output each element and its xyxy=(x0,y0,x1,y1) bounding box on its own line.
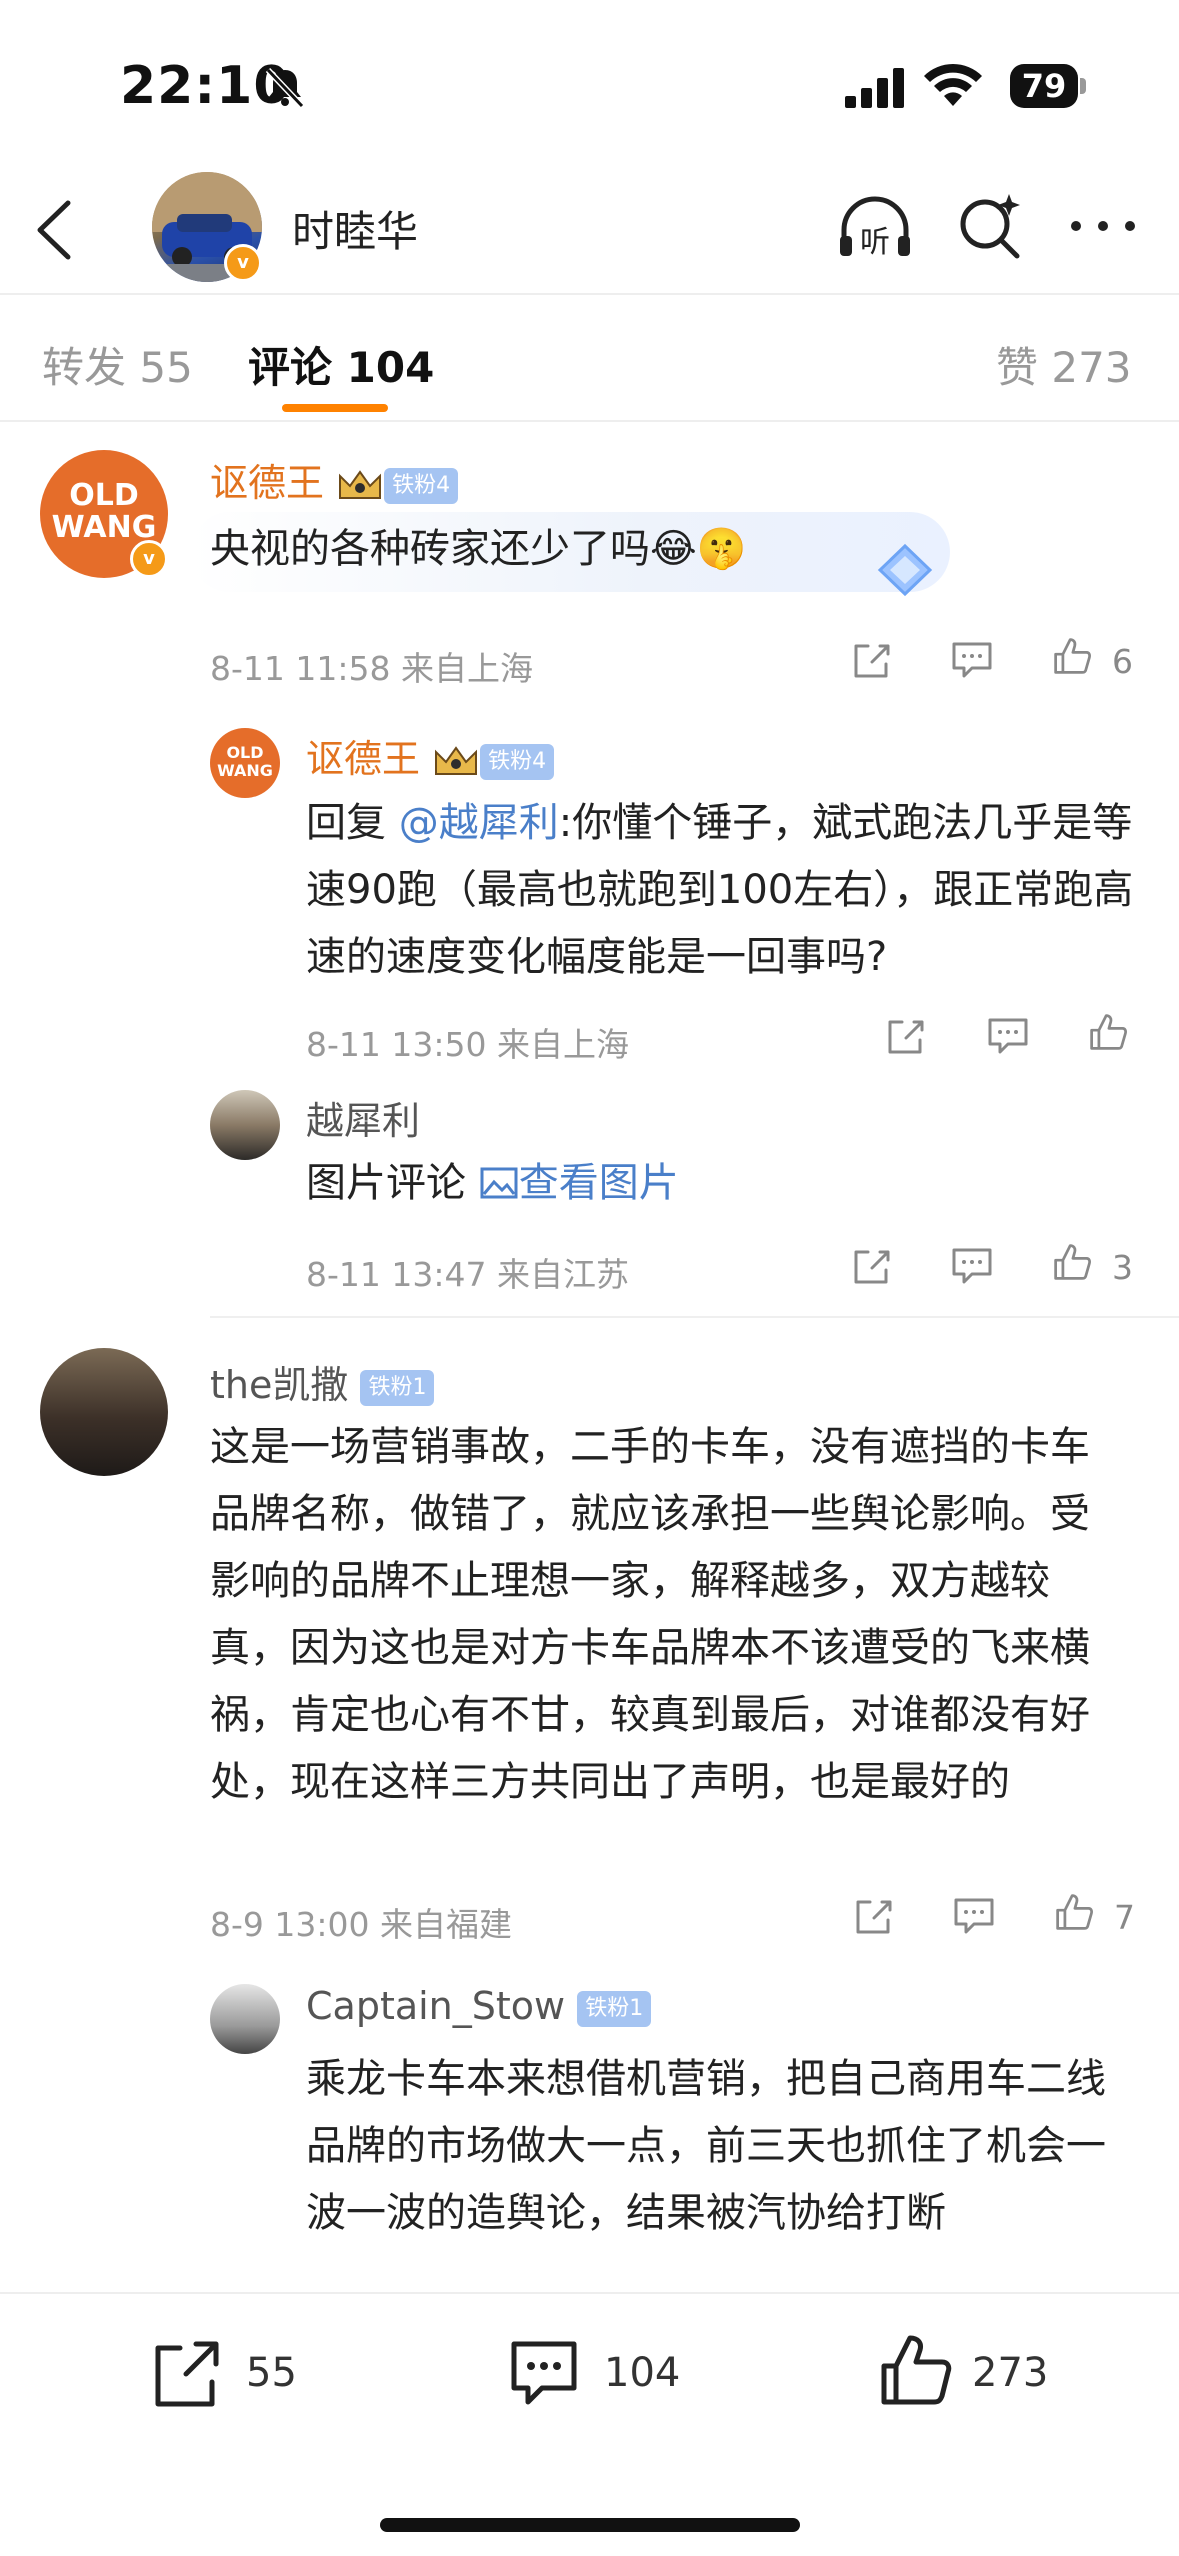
reply-text: 乘龙卡车本来想借机营销，把自己商用车二线品牌的市场做大一点，前三天也抓住了机会一… xyxy=(306,2056,1106,2236)
reply-avatar[interactable] xyxy=(210,1090,280,1160)
view-picture-label: 查看图片 xyxy=(518,1160,679,1206)
tab-comments[interactable]: 评论 104 xyxy=(248,334,434,395)
reply-prefix: 回复 xyxy=(306,800,399,846)
svg-text:听: 听 xyxy=(860,225,890,260)
like-count: 7 xyxy=(1114,1898,1135,1937)
reply-meta: 8-11 13:50 来自上海 xyxy=(306,1025,629,1064)
fan-badge: 铁粉4 xyxy=(384,467,459,504)
comment-divider xyxy=(210,1316,1179,1318)
mention-link[interactable]: @越犀利 xyxy=(399,800,559,846)
reply-avatar[interactable]: OLD WANG xyxy=(210,728,280,798)
comment-icon[interactable] xyxy=(504,2334,584,2414)
back-icon[interactable] xyxy=(30,195,80,265)
like-icon[interactable] xyxy=(1050,1242,1094,1282)
listen-icon[interactable]: 听 xyxy=(836,196,914,262)
more-icon[interactable] xyxy=(1068,208,1138,244)
like-icon[interactable] xyxy=(1050,636,1094,676)
like-icon[interactable] xyxy=(876,2330,956,2410)
share-icon[interactable] xyxy=(852,1896,896,1936)
bell-slash-icon xyxy=(265,67,305,109)
search-icon[interactable] xyxy=(955,190,1027,262)
comment-icon[interactable] xyxy=(950,640,994,680)
header-divider xyxy=(0,293,1179,295)
share-icon[interactable] xyxy=(850,640,894,680)
diamond-icon xyxy=(877,543,933,597)
comment-meta: 8-11 11:58 来自上海 xyxy=(210,649,533,688)
reply-author[interactable]: 越犀利 xyxy=(306,1090,420,1145)
comment-text: 央视的各种砖家还少了吗😂🤫 xyxy=(210,516,747,583)
like-icon[interactable] xyxy=(1052,1892,1096,1932)
comment-text: 这是一场营销事故，二手的卡车，没有遮挡的卡车品牌名称，做错了，就应该承担一些舆论… xyxy=(210,1424,1090,1805)
crown-icon xyxy=(339,469,382,499)
share-icon[interactable] xyxy=(146,2334,226,2414)
home-indicator[interactable] xyxy=(380,2518,800,2532)
comment-icon[interactable] xyxy=(950,1246,994,1286)
header-username[interactable]: 时睦华 xyxy=(292,198,418,259)
reply-meta: 8-11 13:47 来自江苏 xyxy=(306,1255,629,1294)
signal-icon xyxy=(845,68,904,108)
bottom-divider xyxy=(0,2292,1179,2294)
like-count: 3 xyxy=(1112,1248,1133,1287)
reply-text: 图片评论 查看图片 xyxy=(306,1150,679,1217)
bottom-comment-count[interactable]: 104 xyxy=(604,2350,680,2396)
tab-likes[interactable]: 赞 273 xyxy=(996,334,1132,395)
bottom-repost-count[interactable]: 55 xyxy=(246,2350,297,2396)
verified-badge-icon: v xyxy=(130,540,168,578)
active-tab-indicator xyxy=(282,404,388,412)
reply-author-row: Captain_Stow 铁粉1 xyxy=(306,1984,652,2028)
comment-author-row: 讴德王 铁粉4 xyxy=(210,452,459,507)
like-icon[interactable] xyxy=(1086,1012,1130,1052)
comment-author[interactable]: the凯撒 xyxy=(210,1363,348,1407)
fan-badge: 铁粉1 xyxy=(360,1369,435,1406)
view-picture-link[interactable]: 查看图片 xyxy=(479,1160,679,1206)
comment-meta: 8-9 13:00 来自福建 xyxy=(210,1905,512,1944)
fan-badge: 铁粉4 xyxy=(480,743,555,780)
reply-author[interactable]: Captain_Stow xyxy=(306,1984,565,2028)
reply-author[interactable]: 讴德王 xyxy=(306,737,420,781)
comment-author-row: the凯撒 铁粉1 xyxy=(210,1354,435,1409)
like-count: 6 xyxy=(1112,642,1133,681)
tabs-divider xyxy=(0,420,1179,422)
tab-reposts[interactable]: 转发 55 xyxy=(42,334,193,395)
comment-avatar[interactable] xyxy=(40,1348,168,1476)
share-icon[interactable] xyxy=(884,1016,928,1056)
reply-avatar[interactable] xyxy=(210,1984,280,2054)
reply-author-row: 讴德王 铁粉4 xyxy=(306,728,555,783)
fan-badge: 铁粉1 xyxy=(577,1990,652,2027)
image-icon xyxy=(480,1167,518,1199)
verified-badge-icon: v xyxy=(224,244,262,282)
bottom-like-count[interactable]: 273 xyxy=(972,2350,1048,2396)
wifi-icon xyxy=(924,63,982,106)
reply-text: 回复 @越犀利:你懂个锤子，斌式跑法几乎是等速90跑（最高也就跑到100左右），… xyxy=(306,790,1136,991)
battery-indicator: 79 xyxy=(1010,64,1078,108)
comment-author[interactable]: 讴德王 xyxy=(210,461,324,505)
share-icon[interactable] xyxy=(850,1246,894,1286)
comment-icon[interactable] xyxy=(986,1016,1030,1056)
reply-body: 图片评论 xyxy=(306,1160,479,1206)
crown-icon xyxy=(435,745,478,775)
emoji: 😂🤫 xyxy=(650,526,747,572)
comment-text-body: 央视的各种砖家还少了吗 xyxy=(210,526,650,572)
comment-icon[interactable] xyxy=(952,1896,996,1936)
battery-tip xyxy=(1080,78,1086,94)
